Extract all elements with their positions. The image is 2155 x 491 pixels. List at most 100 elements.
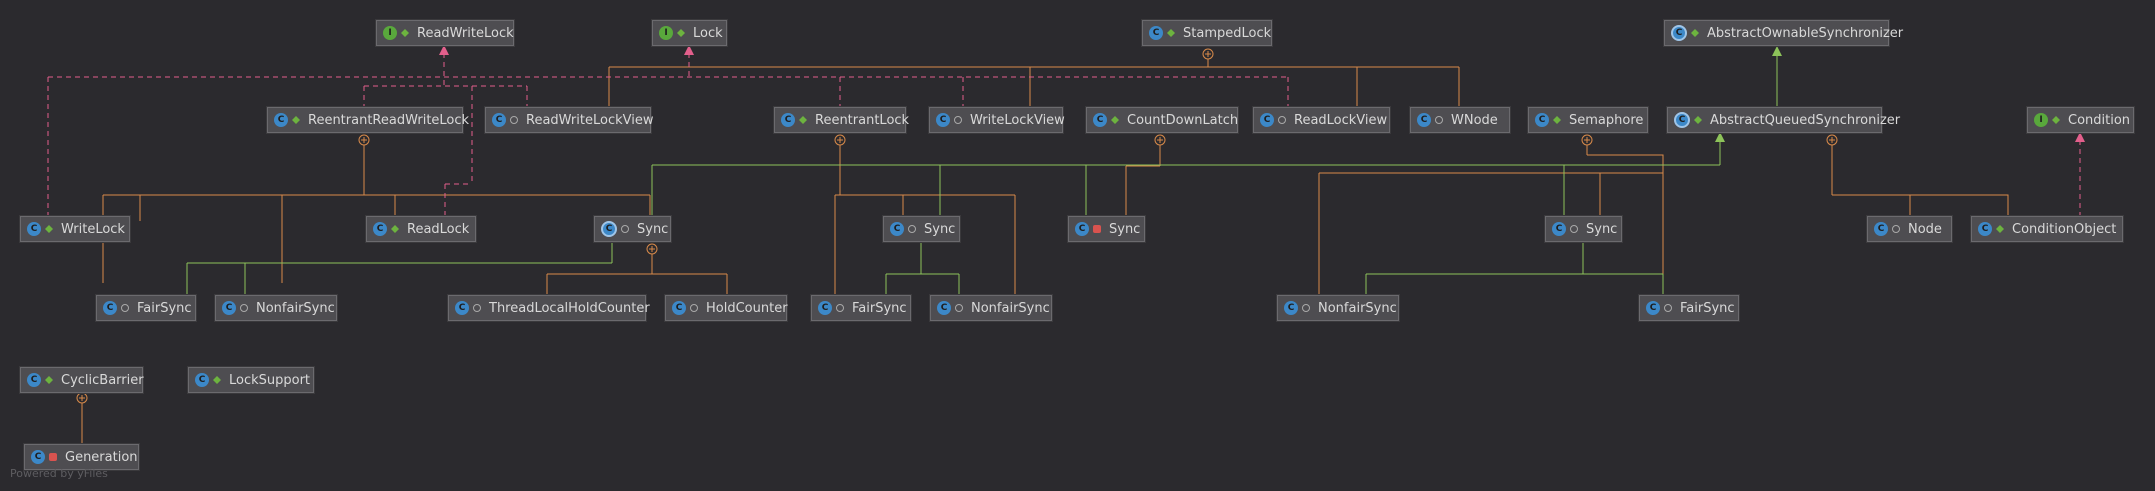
class-kind-icon: C — [1093, 113, 1107, 127]
class-node-readwritelock[interactable]: I ReadWriteLock — [376, 20, 514, 46]
public-visibility-icon — [391, 225, 399, 233]
class-node-label: LockSupport — [229, 372, 311, 388]
package-visibility-icon — [240, 304, 248, 312]
class-node-label: FairSync — [852, 300, 907, 316]
footer-attribution: Powered by yFiles — [10, 467, 108, 480]
class-node-readlockview[interactable]: C ReadLockView — [1253, 107, 1390, 133]
abstract-kind-icon: C — [601, 221, 617, 237]
class-kind-icon: C — [455, 301, 469, 315]
class-node-sem-sync[interactable]: C Sync — [1545, 216, 1622, 242]
class-kind-icon: C — [672, 301, 686, 315]
class-node-label: WNode — [1451, 112, 1498, 128]
class-node-label: NonfairSync — [971, 300, 1050, 316]
class-node-countdownlatch[interactable]: C CountDownLatch — [1086, 107, 1238, 133]
class-kind-icon: C — [195, 373, 209, 387]
class-node-locksupport[interactable]: C LockSupport — [188, 367, 314, 393]
public-visibility-icon — [677, 29, 685, 37]
class-node-writelockview[interactable]: C WriteLockView — [929, 107, 1065, 133]
class-node-label: FairSync — [1680, 300, 1735, 316]
class-node-label: Lock — [693, 25, 723, 41]
class-kind-icon: C — [492, 113, 506, 127]
class-node-label: Condition — [2068, 112, 2131, 128]
class-node-label: WriteLock — [61, 221, 125, 237]
class-node-node[interactable]: C Node — [1867, 216, 1952, 242]
class-node-wnode[interactable]: C WNode — [1410, 107, 1510, 133]
class-node-label: Sync — [637, 221, 669, 237]
package-visibility-icon — [1664, 304, 1672, 312]
package-visibility-icon — [1278, 116, 1286, 124]
class-node-sem-fairsync[interactable]: C FairSync — [1639, 295, 1739, 321]
class-node-label: WriteLockView — [970, 112, 1065, 128]
class-node-label: CountDownLatch — [1127, 112, 1239, 128]
class-node-readwritelockview[interactable]: C ReadWriteLockView — [485, 107, 653, 133]
class-node-rl-fairsync[interactable]: C FairSync — [811, 295, 911, 321]
class-node-sem-nonfairsync[interactable]: C NonfairSync — [1277, 295, 1399, 321]
class-node-label: ReadWriteLock — [417, 25, 514, 41]
class-kind-icon: C — [1874, 222, 1888, 236]
class-node-reentrantlock[interactable]: C ReentrantLock — [774, 107, 910, 133]
class-kind-icon: C — [103, 301, 117, 315]
private-visibility-icon — [1093, 225, 1101, 233]
public-visibility-icon — [2052, 116, 2060, 124]
class-node-rrwl-fairsync[interactable]: C FairSync — [96, 295, 196, 321]
interface-kind-icon: I — [659, 26, 673, 40]
class-node-label: ReadLock — [407, 221, 470, 237]
class-node-label: NonfairSync — [256, 300, 335, 316]
class-node-label: FairSync — [137, 300, 192, 316]
package-visibility-icon — [621, 225, 629, 233]
public-visibility-icon — [1167, 29, 1175, 37]
class-kind-icon: C — [31, 450, 45, 464]
public-visibility-icon — [45, 376, 53, 384]
class-kind-icon: C — [937, 301, 951, 315]
public-visibility-icon — [1553, 116, 1561, 124]
class-node-rrwl-nonfairsync[interactable]: C NonfairSync — [215, 295, 337, 321]
class-node-readlock[interactable]: C ReadLock — [366, 216, 476, 242]
class-node-label: Sync — [1586, 221, 1618, 237]
class-node-threadlocalholdcounter[interactable]: C ThreadLocalHoldCounter — [448, 295, 650, 321]
package-visibility-icon — [510, 116, 518, 124]
diagram-canvas — [47, 45, 2085, 445]
class-node-label: ReentrantReadWriteLock — [308, 112, 470, 128]
class-node-rrwl-sync[interactable]: C Sync — [594, 216, 671, 242]
class-node-abstractownablesynchronizer[interactable]: C AbstractOwnableSynchronizer — [1664, 20, 1903, 46]
class-node-cdl-sync[interactable]: C Sync — [1068, 216, 1145, 242]
class-kind-icon: C — [27, 222, 41, 236]
class-node-label: Node — [1908, 221, 1942, 237]
class-node-label: CyclicBarrier — [61, 372, 144, 388]
class-kind-icon: C — [1284, 301, 1298, 315]
class-node-label: ConditionObject — [2012, 221, 2117, 237]
class-node-label: ReentrantLock — [815, 112, 910, 128]
class-node-aqs[interactable]: C AbstractQueuedSynchronizer — [1667, 107, 1900, 133]
class-node-cyclicbarrier[interactable]: C CyclicBarrier — [20, 367, 144, 393]
class-node-reentrantreadwritelock[interactable]: C ReentrantReadWriteLock — [267, 107, 469, 133]
class-kind-icon: C — [1075, 222, 1089, 236]
class-node-label: Semaphore — [1569, 112, 1644, 128]
implements-edges — [47, 53, 2081, 221]
package-visibility-icon — [1570, 225, 1578, 233]
class-node-lock[interactable]: I Lock — [652, 20, 727, 46]
private-visibility-icon — [49, 453, 57, 461]
class-node-rl-sync[interactable]: C Sync — [883, 216, 960, 242]
public-visibility-icon — [1694, 116, 1702, 124]
class-node-semaphore[interactable]: C Semaphore — [1528, 107, 1648, 133]
public-visibility-icon — [213, 376, 221, 384]
class-kind-icon: C — [818, 301, 832, 315]
public-visibility-icon — [1996, 225, 2004, 233]
package-visibility-icon — [908, 225, 916, 233]
class-node-stampedlock[interactable]: C StampedLock — [1142, 20, 1272, 46]
class-kind-icon: C — [1646, 301, 1660, 315]
class-node-holdcounter[interactable]: C HoldCounter — [665, 295, 788, 321]
abstract-kind-icon: C — [1674, 112, 1690, 128]
class-node-rl-nonfairsync[interactable]: C NonfairSync — [930, 295, 1052, 321]
public-visibility-icon — [45, 225, 53, 233]
class-node-label: ReadLockView — [1294, 112, 1388, 128]
class-kind-icon: C — [1417, 113, 1431, 127]
class-node-condition[interactable]: I Condition — [2027, 107, 2134, 133]
class-kind-icon: C — [890, 222, 904, 236]
class-kind-icon: C — [781, 113, 795, 127]
class-node-conditionobject[interactable]: C ConditionObject — [1971, 216, 2123, 242]
class-kind-icon: C — [373, 222, 387, 236]
package-visibility-icon — [690, 304, 698, 312]
class-node-writelock[interactable]: C WriteLock — [20, 216, 130, 242]
package-visibility-icon — [954, 116, 962, 124]
